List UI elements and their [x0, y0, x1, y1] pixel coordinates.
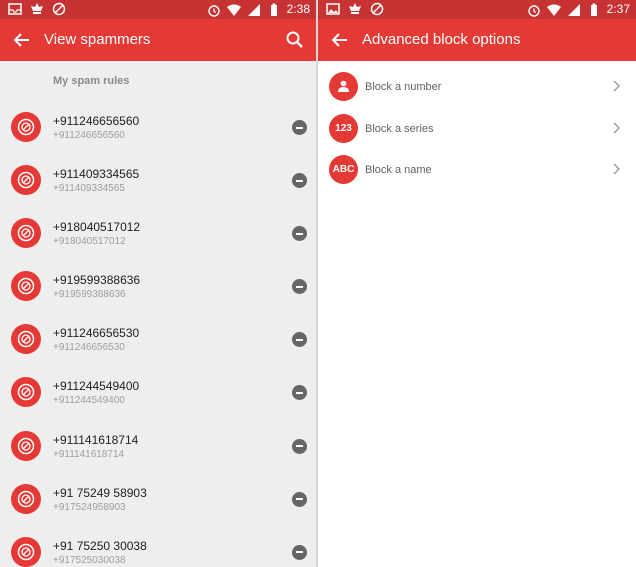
view-spammers-screen: 2:38 View spammers My spam rules +911246…: [0, 0, 316, 567]
spam-number: +91 75249 58903: [53, 485, 147, 500]
spam-number: +91 75250 30038: [53, 538, 147, 553]
person-icon: [329, 72, 358, 101]
spam-number: +911141618714: [53, 432, 139, 447]
app-notification-icon: [31, 3, 43, 14]
remove-icon[interactable]: [292, 491, 307, 507]
block-icon: [17, 331, 35, 348]
remove-icon[interactable]: [292, 173, 307, 189]
spam-rule-row[interactable]: +911246656560 +911246656560: [0, 100, 316, 153]
remove-icon[interactable]: [292, 385, 307, 401]
spam-number: +911244549400: [53, 379, 140, 394]
chevron-right-icon: [613, 163, 621, 175]
wifi-icon: [226, 4, 241, 16]
status-time: 2:37: [606, 2, 630, 16]
remove-icon[interactable]: [292, 544, 307, 560]
option-label: Block a number: [365, 81, 442, 93]
spam-number-raw: +917525030038: [53, 554, 126, 566]
chevron-right-icon: [613, 121, 621, 134]
spam-rule-row[interactable]: +911409334565 +911409334565: [0, 153, 316, 206]
spam-number-raw: +911246656530: [53, 342, 125, 354]
blocked-avatar: [11, 483, 41, 514]
blocked-notification-icon: [52, 2, 66, 16]
spam-number: +911409334565: [53, 167, 140, 182]
series-badge-icon: 123: [329, 113, 358, 143]
page-title: Advanced block options: [362, 31, 521, 48]
block-options-list: Block a number 123 Block a series ABC Bl…: [318, 66, 636, 191]
spam-rule-row[interactable]: +91 75249 58903 +917524958903: [0, 472, 316, 525]
remove-icon[interactable]: [292, 438, 307, 454]
spam-rule-row[interactable]: +919599388636 +919599388636: [0, 259, 316, 312]
blocked-avatar: [11, 430, 41, 461]
battery-icon: [270, 3, 277, 16]
blocked-avatar: [11, 324, 41, 355]
search-icon[interactable]: [284, 29, 306, 51]
app-bar: Advanced block options: [318, 19, 636, 61]
block-icon: [17, 118, 35, 136]
option-block-name[interactable]: ABC Block a name: [318, 149, 636, 191]
spam-rule-row[interactable]: +911246656530 +911246656530: [0, 312, 316, 365]
blocked-avatar: [11, 165, 41, 196]
spam-number-raw: +911409334565: [53, 183, 125, 195]
blocked-avatar: [11, 377, 41, 408]
wifi-icon: [546, 4, 561, 16]
alarm-icon: [527, 4, 540, 17]
chevron-right-icon: [613, 80, 621, 92]
advanced-block-options-screen: 2:37 Advanced block options Block a numb…: [318, 0, 636, 567]
remove-icon[interactable]: [292, 279, 307, 295]
spam-rule-row[interactable]: +911244549400 +911244549400: [0, 365, 316, 418]
page-title: View spammers: [44, 31, 151, 48]
spam-number-raw: +918040517012: [53, 236, 126, 248]
option-label: Block a name: [365, 164, 432, 176]
block-icon: [17, 224, 35, 242]
remove-icon[interactable]: [292, 120, 307, 135]
block-icon: [17, 543, 35, 560]
blocked-avatar: [11, 112, 41, 142]
block-icon: [17, 490, 35, 507]
remove-icon[interactable]: [292, 332, 307, 348]
spam-number: +918040517012: [53, 220, 141, 235]
app-notification-icon: [349, 3, 361, 14]
back-arrow-icon[interactable]: [12, 29, 32, 51]
signal-icon: [567, 3, 580, 16]
block-icon: [17, 171, 35, 189]
blocked-avatar: [11, 271, 41, 302]
image-notification-icon: [326, 3, 340, 15]
remove-icon[interactable]: [292, 226, 307, 242]
status-time: 2:38: [286, 2, 310, 16]
spam-rule-row[interactable]: +918040517012 +918040517012: [0, 206, 316, 259]
battery-icon: [590, 3, 597, 16]
spam-number: +911246656560: [53, 114, 140, 128]
spam-number-raw: +911244549400: [53, 395, 125, 407]
spam-rules-list: +911246656560 +911246656560 +91140933456…: [0, 100, 316, 567]
block-icon: [17, 384, 35, 401]
option-block-series[interactable]: 123 Block a series: [318, 108, 636, 150]
spam-rule-row[interactable]: +91 75250 30038 +917525030038: [0, 525, 316, 567]
back-arrow-icon[interactable]: [330, 29, 350, 51]
block-icon: [17, 278, 35, 295]
spam-number-raw: +911141618714: [53, 448, 125, 460]
alarm-icon: [207, 4, 220, 17]
option-label: Block a series: [365, 122, 434, 135]
section-label: My spam rules: [53, 75, 130, 87]
status-bar: 2:38: [0, 0, 316, 19]
blocked-notification-icon: [370, 2, 384, 16]
name-badge-icon: ABC: [329, 155, 358, 184]
blocked-avatar: [11, 536, 41, 567]
spam-number-raw: +917524958903: [53, 501, 126, 513]
spam-rule-row[interactable]: +911141618714 +911141618714: [0, 419, 316, 472]
block-icon: [17, 437, 35, 454]
blocked-avatar: [11, 218, 41, 249]
spam-number-raw: +911246656560: [53, 130, 125, 141]
signal-icon: [247, 3, 260, 16]
app-bar: View spammers: [0, 19, 316, 61]
spam-number-raw: +919599388636: [53, 289, 126, 301]
spam-number: +919599388636: [53, 273, 141, 288]
status-bar: 2:37: [318, 0, 636, 19]
option-block-number[interactable]: Block a number: [318, 66, 636, 108]
inbox-notification-icon: [8, 3, 22, 15]
spam-number: +911246656530: [53, 326, 140, 341]
